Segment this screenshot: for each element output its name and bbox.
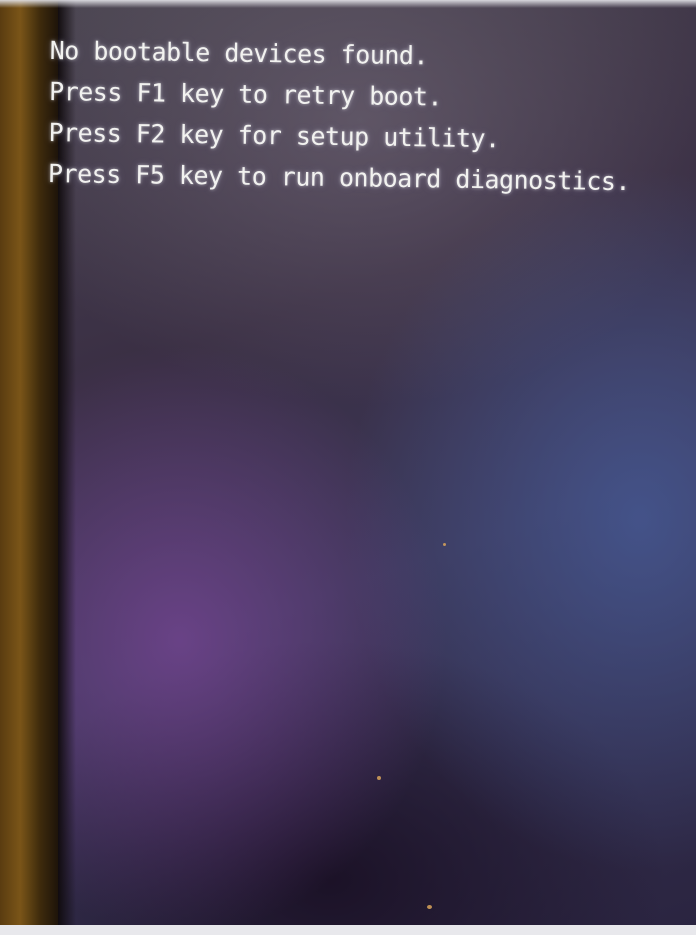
dust-speck xyxy=(443,543,446,546)
photo-bottom-edge xyxy=(0,925,696,935)
monitor-photo: No bootable devices found. Press F1 key … xyxy=(0,0,696,935)
top-edge-glare xyxy=(0,0,696,8)
dust-speck xyxy=(427,905,432,909)
diagnostics-instruction: Press F5 key to run onboard diagnostics. xyxy=(47,158,631,197)
boot-error-console: No bootable devices found. Press F1 key … xyxy=(48,30,690,203)
dust-speck xyxy=(377,776,381,780)
